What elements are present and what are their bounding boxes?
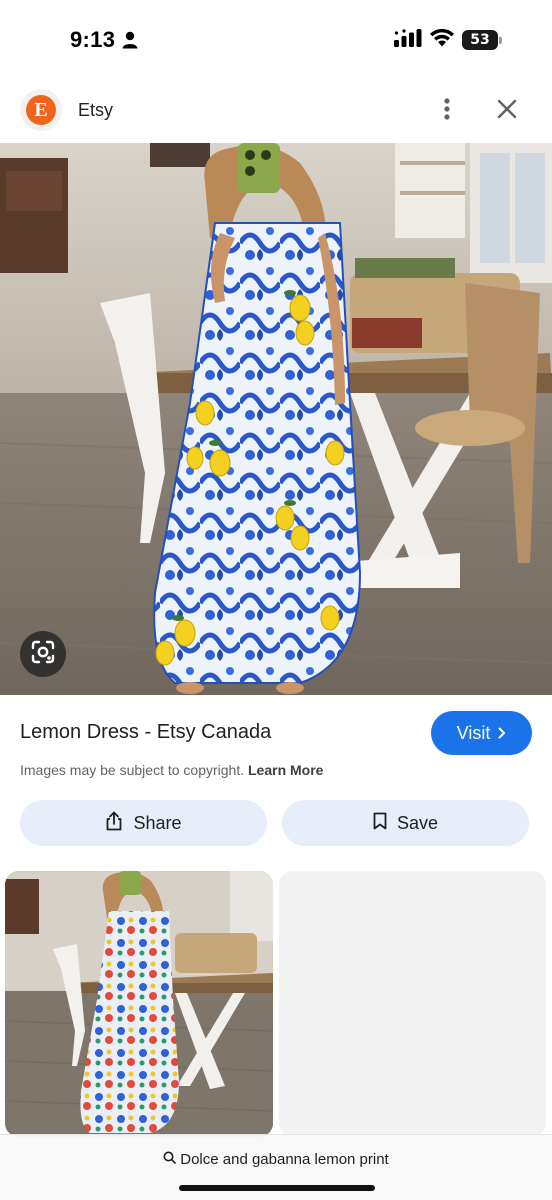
site-header: E Etsy xyxy=(0,80,552,142)
wifi-icon xyxy=(429,28,455,52)
bottom-search-query[interactable]: Dolce and gabanna lemon print xyxy=(0,1151,552,1168)
status-bar: 9:13 53 xyxy=(0,0,552,80)
battery-level: 53 xyxy=(470,32,490,48)
bottom-search-bar[interactable]: Dolce and gabanna lemon print xyxy=(0,1134,552,1200)
chevron-right-icon xyxy=(498,723,506,744)
visit-label: Visit xyxy=(456,722,491,743)
copyright-text: Images may be subject to copyright. xyxy=(20,762,245,778)
lens-icon xyxy=(30,639,56,670)
person-icon xyxy=(122,31,138,49)
search-icon xyxy=(163,1151,177,1168)
visit-button[interactable]: Visit xyxy=(431,711,532,755)
learn-more-link[interactable]: Learn More xyxy=(248,762,323,778)
share-icon xyxy=(105,811,123,836)
site-logo[interactable]: E xyxy=(20,89,62,131)
close-icon xyxy=(497,99,517,124)
related-image-card[interactable] xyxy=(5,871,273,1137)
etsy-logo-letter: E xyxy=(26,95,56,125)
related-image-placeholder[interactable] xyxy=(279,871,546,1137)
signal-icon xyxy=(394,28,422,52)
close-button[interactable] xyxy=(492,96,522,126)
home-indicator[interactable] xyxy=(179,1185,375,1191)
search-query-text: Dolce and gabanna lemon print xyxy=(180,1151,389,1168)
share-button[interactable]: Share xyxy=(20,800,267,846)
status-time: 9:13 xyxy=(70,27,116,52)
share-label: Share xyxy=(133,812,182,833)
bookmark-icon xyxy=(373,812,387,835)
save-button[interactable]: Save xyxy=(282,800,529,846)
lens-search-button[interactable] xyxy=(20,631,66,677)
more-options-button[interactable] xyxy=(432,96,462,126)
battery-icon: 53 xyxy=(462,30,502,50)
result-title[interactable]: Lemon Dress - Etsy Canada xyxy=(20,721,271,744)
copyright-notice: Images may be subject to copyright. Lear… xyxy=(20,762,323,778)
site-name[interactable]: Etsy xyxy=(78,100,113,121)
save-label: Save xyxy=(396,812,439,833)
more-vert-icon xyxy=(443,97,451,126)
main-result-image[interactable] xyxy=(0,143,552,695)
